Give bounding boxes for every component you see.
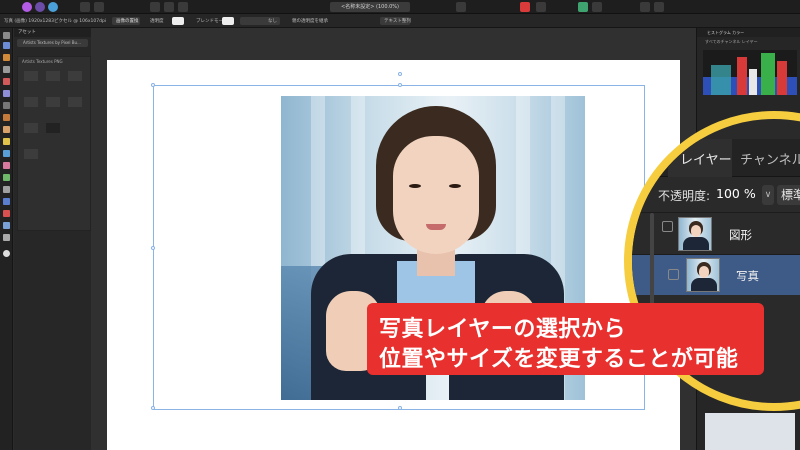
tools-panel	[0, 28, 13, 450]
studio-icon[interactable]	[592, 2, 602, 12]
histogram-graph	[703, 50, 797, 95]
layer-type-icon	[668, 269, 679, 280]
asset-thumbnail[interactable]	[68, 97, 82, 107]
navigator-thumbnail[interactable]	[705, 413, 795, 450]
insert-icon[interactable]	[640, 2, 650, 12]
resize-handle[interactable]	[398, 83, 402, 87]
view-mode-icon[interactable]	[456, 2, 466, 12]
snapping-icon[interactable]	[94, 2, 104, 12]
top-toolbar: <名称未設定> (100.0%)	[0, 0, 800, 14]
assets-header: アセット	[14, 28, 91, 37]
layers-tab-bar: レイヤー チャンネル	[632, 139, 800, 177]
selection-brush-icon[interactable]	[3, 78, 10, 85]
asset-thumbnail[interactable]	[24, 149, 38, 159]
transparency-label: 透明度	[150, 19, 164, 24]
designer-persona-icon[interactable]	[35, 2, 45, 12]
text-align-label: テキスト整列	[384, 19, 411, 24]
assets-category-select[interactable]: Artists Textures by Pixel Bu...	[17, 39, 88, 47]
callout-line-2: 位置やサイズを変更することが可能	[379, 347, 739, 372]
opacity-input[interactable]: 100 %	[716, 186, 756, 201]
asset-thumbnail[interactable]	[46, 97, 60, 107]
arrange-icon[interactable]	[178, 2, 188, 12]
blend-mode-select[interactable]: 標準	[777, 185, 800, 205]
move-tool-icon[interactable]	[150, 2, 160, 12]
share-icon[interactable]	[654, 2, 664, 12]
move-tool-icon[interactable]	[3, 42, 10, 49]
healing-icon[interactable]	[3, 174, 10, 181]
asset-thumbnail[interactable]	[24, 97, 38, 107]
pixel-persona-icon[interactable]	[48, 2, 58, 12]
app-window: <名称未設定> (100.0%) 写真 (画像) 1920x1283ピクセル @…	[0, 0, 800, 450]
layer-visibility-icon[interactable]	[662, 221, 673, 232]
color-well-icon[interactable]	[3, 250, 10, 257]
replace-image-label: 画像の置換	[116, 19, 139, 24]
document-info: 写真 (画像) 1920x1283ピクセル @ 106x107dpi	[4, 19, 107, 24]
asset-thumbnail[interactable]	[24, 123, 38, 133]
asset-thumbnail[interactable]	[24, 71, 38, 81]
marquee-icon[interactable]	[3, 102, 10, 109]
fill-icon[interactable]	[3, 150, 10, 157]
annotation-callout: 写真レイヤーの選択から 位置やサイズを変更することが可能	[367, 303, 764, 375]
histogram-tabs[interactable]: ヒストグラム カラー	[697, 28, 800, 37]
layer-thumbnail	[678, 217, 712, 251]
erase-icon[interactable]	[3, 138, 10, 145]
hand-tool-icon[interactable]	[3, 32, 10, 39]
blend-value: なし	[268, 19, 277, 24]
layer-thumbnail	[686, 258, 720, 292]
layer-name[interactable]: 写真	[736, 268, 759, 284]
shape-tool-icon[interactable]	[3, 210, 10, 217]
opacity-dropdown-icon[interactable]: ∨	[762, 185, 774, 205]
asset-thumbnail[interactable]	[68, 71, 82, 81]
opacity-label: 不透明度:	[658, 189, 711, 203]
boolean-icon[interactable]	[536, 2, 546, 12]
fill-swatch[interactable]	[222, 17, 234, 25]
rotate-handle[interactable]	[398, 72, 402, 76]
histogram-channel-row[interactable]: すべてのチャンネル レイヤー	[697, 37, 800, 47]
assets-panel: アセット Artists Textures by Pixel Bu... Art…	[14, 28, 91, 450]
asset-thumbnail[interactable]	[46, 123, 60, 133]
assets-group-title[interactable]: Artists Textures PNG	[18, 57, 90, 66]
resize-handle[interactable]	[151, 246, 155, 250]
callout-line-1: 写真レイヤーの選択から	[379, 317, 626, 342]
paint-brush-icon[interactable]	[3, 114, 10, 121]
crop-tool-icon[interactable]	[3, 66, 10, 73]
expand-chevron-icon[interactable]	[662, 237, 673, 248]
asset-thumbnail[interactable]	[46, 71, 60, 81]
document-title: <名称未設定> (100.0%)	[330, 2, 410, 12]
clone-icon[interactable]	[3, 162, 10, 169]
document-setup-icon[interactable]	[80, 2, 90, 12]
text-tool-icon[interactable]	[3, 222, 10, 229]
opacity-row: 不透明度: 100 % ∨ 標準	[632, 177, 800, 213]
rec-icon[interactable]	[520, 2, 530, 12]
inherit-label[interactable]: 親の透明度を継承	[292, 18, 328, 24]
context-toolbar: 写真 (画像) 1920x1283ピクセル @ 106x107dpi 画像の置換…	[0, 14, 800, 28]
photo-persona-icon[interactable]	[22, 2, 32, 12]
resize-handle[interactable]	[398, 406, 402, 410]
tab-layers[interactable]: レイヤー	[680, 149, 732, 168]
resize-handle[interactable]	[151, 406, 155, 410]
tab-channels[interactable]: チャンネル	[740, 149, 800, 168]
color-picker-icon[interactable]	[578, 2, 588, 12]
transparency-swatch[interactable]	[172, 17, 184, 25]
dodge-icon[interactable]	[3, 126, 10, 133]
layer-name[interactable]: 図形	[729, 227, 752, 243]
assets-group: Artists Textures PNG	[17, 56, 91, 231]
transform-icon[interactable]	[164, 2, 174, 12]
zoom-icon[interactable]	[3, 234, 10, 241]
flood-select-icon[interactable]	[3, 90, 10, 97]
blur-icon[interactable]	[3, 186, 10, 193]
brush-tool-icon[interactable]	[3, 54, 10, 61]
resize-handle[interactable]	[151, 83, 155, 87]
pen-tool-icon[interactable]	[3, 198, 10, 205]
